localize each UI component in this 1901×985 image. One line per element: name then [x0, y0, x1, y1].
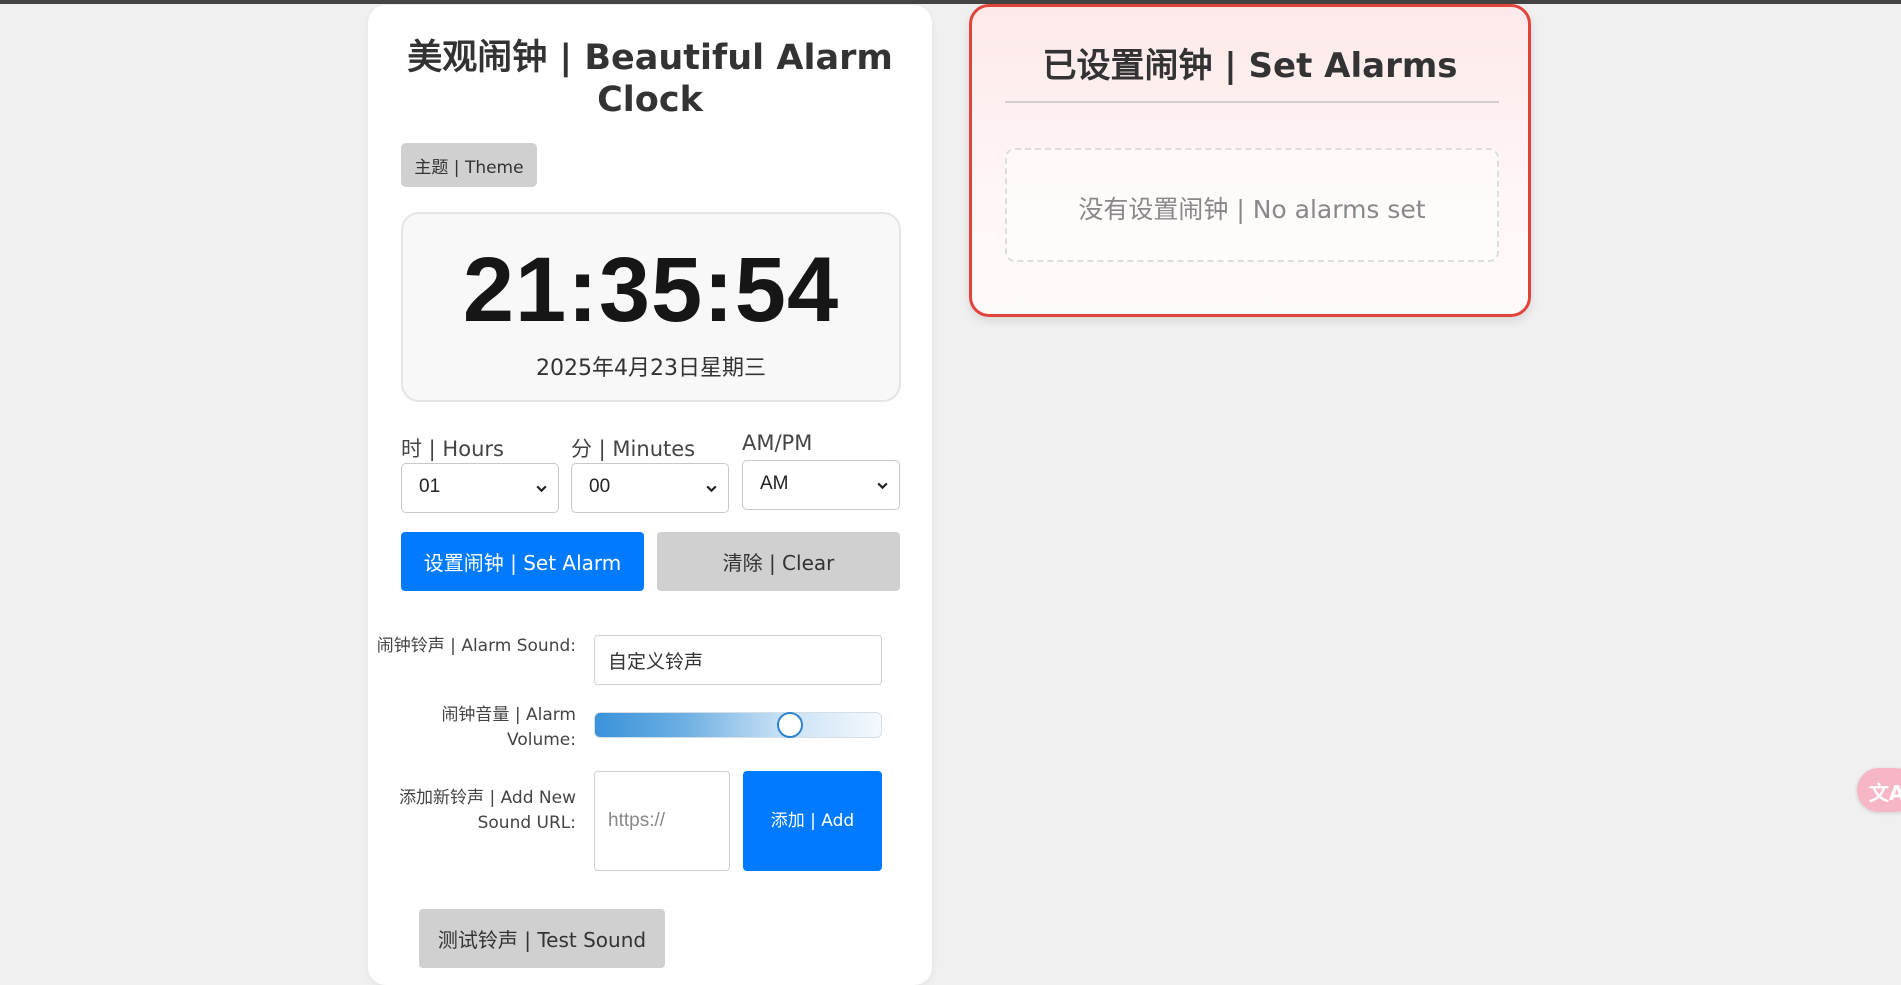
- set-alarms-title: 已设置闹钟 | Set Alarms: [1042, 46, 1458, 86]
- minutes-select[interactable]: 00: [571, 463, 729, 513]
- clock-display: 21:35:54 2025年4月23日星期三: [401, 212, 901, 402]
- ampm-label: AM/PM: [742, 431, 813, 455]
- alarm-sound-select[interactable]: 自定义铃声: [594, 635, 882, 685]
- chevron-down-icon: [877, 482, 888, 490]
- alarm-clock-card: 美观闹钟 | Beautiful Alarm Clock 主题 | Theme …: [368, 5, 932, 985]
- alarms-list: 没有设置闹钟 | No alarms set: [1005, 148, 1499, 262]
- browser-top-border: [0, 0, 1901, 4]
- minutes-select-value: 00: [589, 476, 611, 497]
- alarm-volume-label: 闹钟音量 | Alarm Volume:: [441, 705, 576, 750]
- alarm-sound-value: 自定义铃声: [608, 651, 704, 673]
- current-time: 21:35:54: [462, 239, 840, 341]
- translate-widget[interactable]: 文A: [1857, 768, 1901, 812]
- volume-slider-thumb[interactable]: [777, 712, 804, 738]
- translate-icon: 文A: [1869, 781, 1901, 805]
- hours-select-value: 01: [419, 476, 441, 497]
- new-sound-url-input[interactable]: https://: [594, 771, 730, 871]
- ampm-select[interactable]: AM: [742, 460, 900, 510]
- theme-button[interactable]: 主题 | Theme: [401, 143, 537, 187]
- divider: [1005, 101, 1499, 103]
- alarm-volume-slider[interactable]: [594, 712, 882, 738]
- hours-select[interactable]: 01: [401, 463, 559, 513]
- alarm-sound-label: 闹钟铃声 | Alarm Sound:: [376, 636, 576, 656]
- clear-button[interactable]: 清除 | Clear: [657, 532, 900, 591]
- test-sound-button[interactable]: 测试铃声 | Test Sound: [419, 909, 665, 968]
- set-alarm-button[interactable]: 设置闹钟 | Set Alarm: [401, 532, 644, 591]
- current-date: 2025年4月23日星期三: [536, 356, 766, 381]
- app-title: 美观闹钟 | Beautiful Alarm Clock: [407, 38, 893, 120]
- minutes-label: 分 | Minutes: [571, 437, 696, 461]
- chevron-down-icon: [536, 485, 547, 493]
- new-sound-url-label: 添加新铃声 | Add New Sound URL:: [399, 788, 576, 833]
- new-sound-url-placeholder: https://: [608, 810, 666, 831]
- set-alarms-panel: 已设置闹钟 | Set Alarms 没有设置闹钟 | No alarms se…: [969, 4, 1531, 317]
- no-alarms-message: 没有设置闹钟 | No alarms set: [1078, 195, 1426, 224]
- ampm-select-value: AM: [760, 473, 789, 494]
- add-sound-button[interactable]: 添加 | Add: [743, 771, 882, 871]
- hours-label: 时 | Hours: [401, 437, 504, 461]
- chevron-down-icon: [706, 485, 717, 493]
